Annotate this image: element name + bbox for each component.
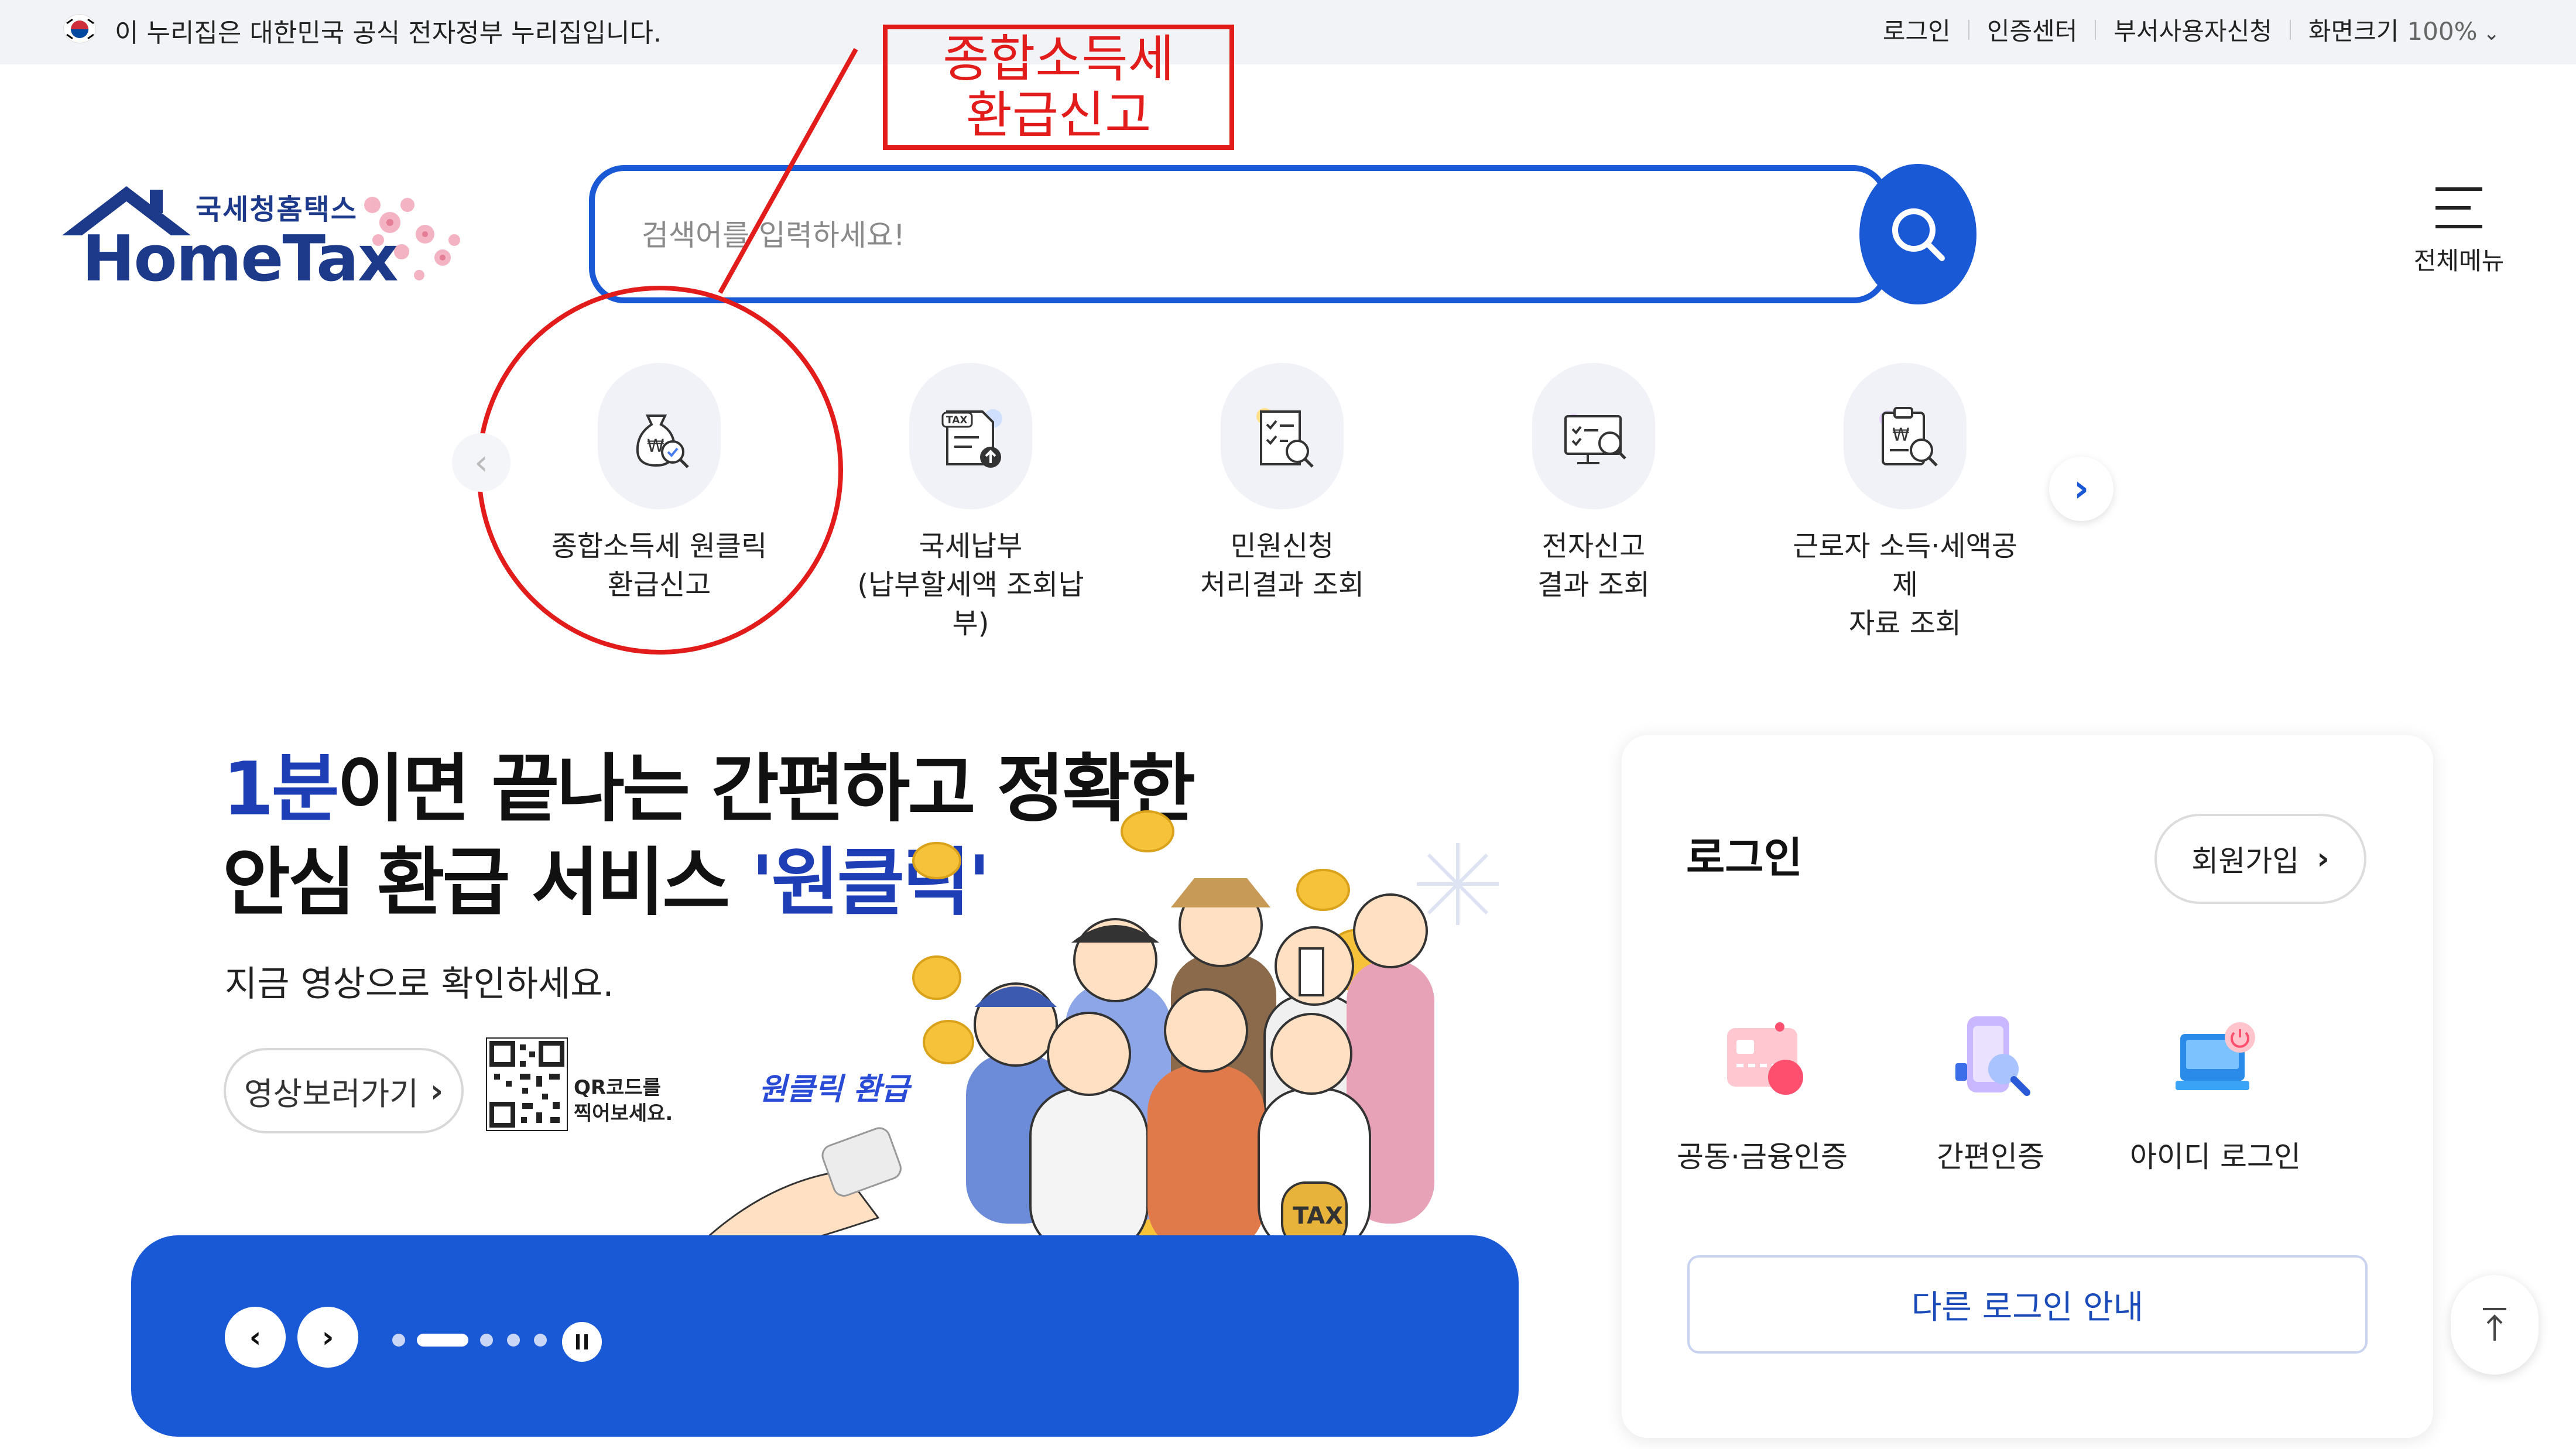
quick-service-label: 국세납부 (납부할세액 조회납부) <box>857 530 1084 640</box>
full-menu-label: 전체메뉴 <box>2413 246 2505 275</box>
carousel-prev-button[interactable]: ‹ <box>225 1307 286 1368</box>
quick-service-item[interactable]: ₩ 종합소득세 원클릭 환급신고 <box>536 363 782 604</box>
banner-title-line2: 안심 환급 서비스 <box>222 840 752 926</box>
oneclick-badge: 원클릭 환급 <box>759 1072 910 1107</box>
phone-search-icon <box>1885 993 2096 1122</box>
gov-banner-text: 이 누리집은 대한민국 공식 전자정부 누리집입니다. <box>115 18 662 48</box>
cert-center-link[interactable]: 인증센터 <box>1987 12 2078 47</box>
zoom-label: 화면크기 <box>2308 17 2399 46</box>
computer-power-icon <box>2110 993 2321 1122</box>
carousel-dot-active[interactable] <box>417 1334 468 1347</box>
divider <box>2289 19 2291 40</box>
login-method-label: 공동·금융인증 <box>1677 1140 1848 1174</box>
simple-auth-login[interactable]: 간편인증 <box>1885 993 2096 1176</box>
tax-document-upload-icon: TAX <box>909 363 1032 509</box>
zoom-control[interactable]: 화면크기 100% ⌄ <box>2308 12 2500 47</box>
hamburger-icon <box>2435 187 2482 228</box>
annotation-callout: 종합소득세 환급신고 <box>883 25 1234 150</box>
qr-line2: 찍어보세요. <box>574 1102 673 1125</box>
login-method-label: 간편인증 <box>1937 1140 2044 1174</box>
quick-service-label: 전자신고 결과 조회 <box>1537 530 1650 601</box>
carousel-dot[interactable] <box>507 1334 520 1347</box>
qr-code-icon <box>486 1037 568 1131</box>
annotation-line2: 환급신고 <box>965 86 1152 145</box>
id-login[interactable]: 아이디 로그인 <box>2110 993 2321 1176</box>
divider <box>2095 19 2097 40</box>
carousel-dot[interactable] <box>534 1334 547 1347</box>
carousel-dot[interactable] <box>392 1334 405 1347</box>
login-method-label: 아이디 로그인 <box>2130 1140 2301 1174</box>
workers-illustration: TAX <box>691 810 1499 1253</box>
quick-services-prev-button[interactable]: ‹ <box>452 433 511 492</box>
korea-flag-icon <box>63 14 96 43</box>
hometax-page: 이 누리집은 대한민국 공식 전자정부 누리집입니다. 로그인 인증센터 부서사… <box>0 0 2576 1449</box>
quick-service-item[interactable]: ₩ 근로자 소득·세액공제 자료 조회 <box>1782 363 2028 643</box>
gov-banner: 이 누리집은 대한민국 공식 전자정부 누리집입니다. 로그인 인증센터 부서사… <box>0 0 2576 64</box>
quick-service-item[interactable]: 전자신고 결과 조회 <box>1471 363 1717 604</box>
annotation-line1: 종합소득세 <box>943 30 1174 88</box>
search-icon <box>1892 208 1945 261</box>
joint-cert-login[interactable]: 공동·금융인증 <box>1657 993 1868 1176</box>
search-bar <box>589 165 1889 303</box>
other-login-guide-button[interactable]: 다른 로그인 안내 <box>1687 1255 2368 1354</box>
carousel-dot[interactable] <box>480 1334 493 1347</box>
full-menu-button[interactable]: 전체메뉴 <box>2400 176 2517 293</box>
chevron-down-icon: ⌄ <box>2483 22 2500 45</box>
utility-links: 로그인 인증센터 부서사용자신청 화면크기 100% ⌄ <box>1883 12 2500 47</box>
qr-instruction: QR코드를 찍어보세요. <box>574 1075 673 1126</box>
banner-title-highlight: 1분 <box>222 746 340 832</box>
carousel-next-button[interactable]: › <box>297 1307 358 1368</box>
svg-text:TAX: TAX <box>946 415 968 426</box>
money-bag-search-icon: ₩ <box>598 363 721 509</box>
quick-service-item[interactable]: TAX 국세납부 (납부할세액 조회납부) <box>848 363 1094 643</box>
watch-video-button[interactable]: 영상보러가기 › <box>224 1048 464 1133</box>
chevron-right-icon: › <box>430 1072 444 1109</box>
divider <box>1968 19 1969 40</box>
quick-services-next-button[interactable]: › <box>2049 457 2113 521</box>
quick-service-label: 종합소득세 원클릭 환급신고 <box>551 530 768 601</box>
tax-bag-text: TAX <box>1293 1203 1343 1229</box>
signup-label: 회원가입 <box>2191 844 2300 878</box>
svg-text:₩: ₩ <box>1892 425 1910 446</box>
signup-button[interactable]: 회원가입 › <box>2154 814 2366 904</box>
cherry-blossom-icon <box>364 197 460 280</box>
login-link[interactable]: 로그인 <box>1883 12 1951 47</box>
zoom-value: 100% <box>2407 17 2478 46</box>
chevron-right-icon: › <box>2317 841 2330 876</box>
arrow-up-icon <box>2483 1308 2506 1341</box>
login-title: 로그인 <box>1686 833 1803 882</box>
monitor-search-icon <box>1532 363 1655 509</box>
certificate-card-icon <box>1657 993 1868 1122</box>
carousel-pause-button[interactable] <box>562 1322 602 1362</box>
login-card: 로그인 회원가입 › 공동·금융인증 간편인증 아이디 로그인 다른 로그인 안… <box>1622 735 2433 1438</box>
search-input[interactable] <box>642 212 1695 259</box>
clipboard-won-search-icon: ₩ <box>1844 363 1967 509</box>
watch-video-label: 영상보러가기 <box>244 1075 419 1112</box>
quick-service-label: 민원신청 처리결과 조회 <box>1200 530 1365 601</box>
quick-service-item[interactable]: 민원신청 처리결과 조회 <box>1159 363 1405 604</box>
search-button[interactable] <box>1859 164 1976 304</box>
qr-line1: QR코드를 <box>574 1076 661 1099</box>
dept-user-link[interactable]: 부서사용자신청 <box>2113 12 2272 47</box>
hometax-logo[interactable]: 국세청홈택스 HomeTax <box>62 181 484 299</box>
banner-subtitle: 지금 영상으로 확인하세요. <box>225 964 614 1005</box>
logo-korean: 국세청홈택스 <box>196 193 358 226</box>
quick-service-label: 근로자 소득·세액공제 자료 조회 <box>1793 530 2017 640</box>
scroll-to-top-button[interactable] <box>2451 1275 2539 1375</box>
checklist-search-icon <box>1221 363 1344 509</box>
